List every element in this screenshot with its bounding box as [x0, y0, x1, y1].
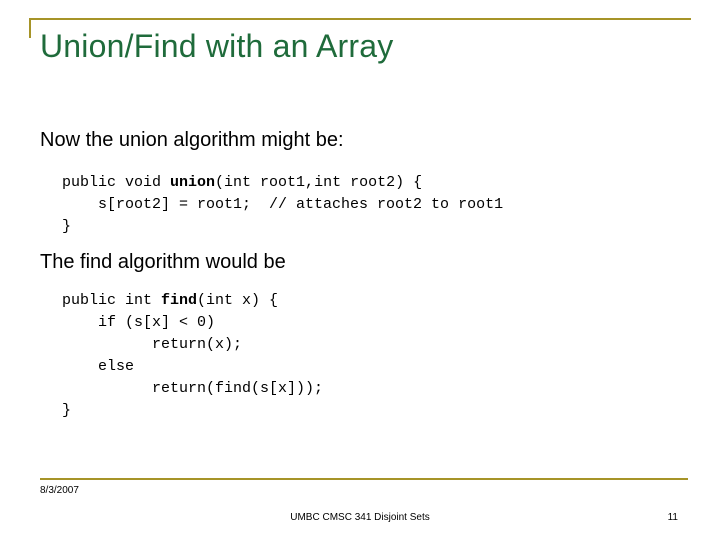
- top-vertical-rule: [29, 18, 31, 38]
- slide: Union/Find with an Array Now the union a…: [0, 0, 720, 540]
- slide-title: Union/Find with an Array: [40, 28, 394, 64]
- footer-date: 8/3/2007: [40, 485, 79, 496]
- find-heading: The find algorithm would be: [40, 251, 286, 273]
- footer-course-label: UMBC CMSC 341 Disjoint Sets: [290, 512, 430, 523]
- footer-page-number: 11: [667, 512, 678, 523]
- find-code-block: public int find(int x) { if (s[x] < 0) r…: [62, 292, 324, 419]
- intro-text: Now the union algorithm might be:: [40, 129, 344, 151]
- top-horizontal-rule: [29, 18, 691, 20]
- union-code-block: public void union(int root1,int root2) {…: [62, 174, 504, 235]
- footer-rule: [40, 478, 688, 480]
